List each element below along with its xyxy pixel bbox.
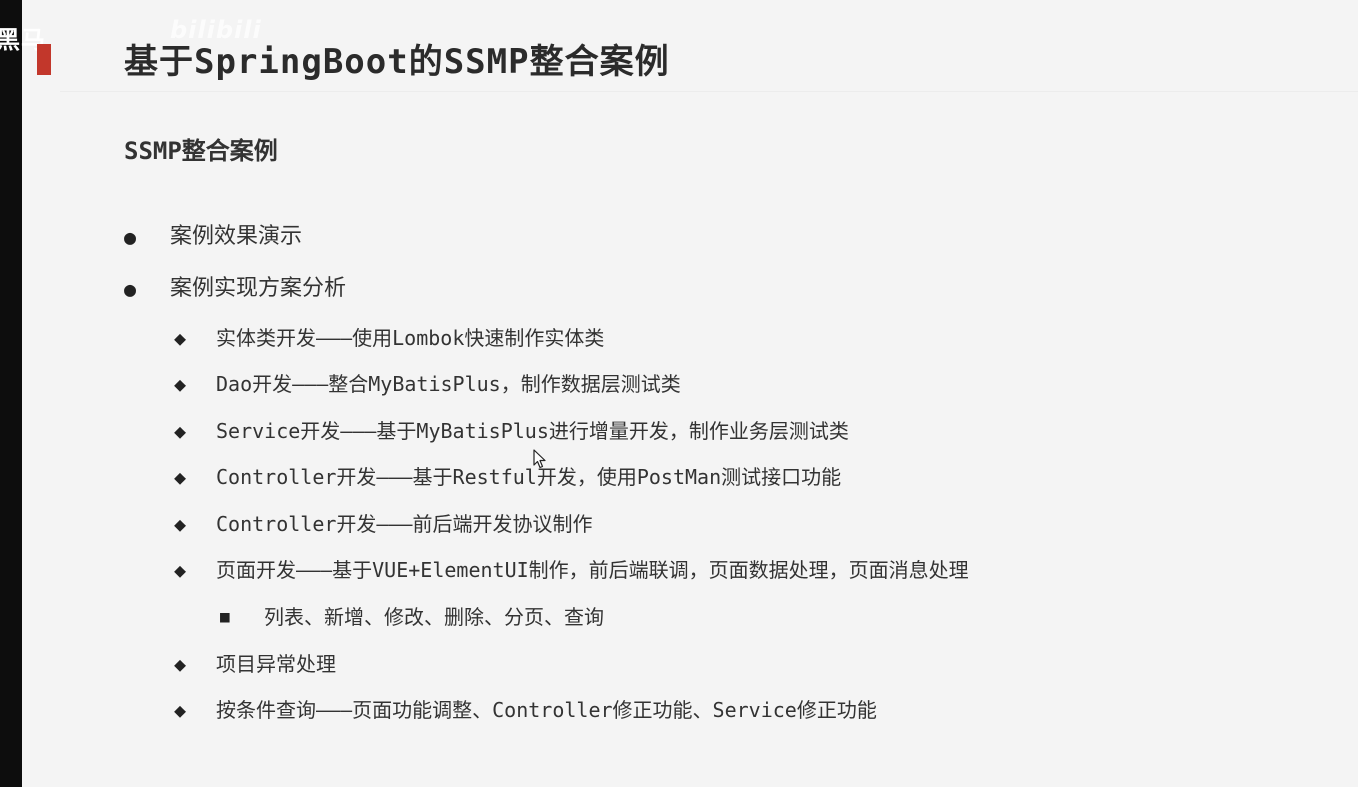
slide-title: 基于SpringBoot的SSMP整合案例 [124,42,670,82]
mouse-pointer-icon [533,449,546,469]
bullet-l2-text: 实体类开发———使用Lombok快速制作实体类 [216,326,605,350]
bullet-l2-text: Service开发———基于MyBatisPlus进行增量开发，制作业务层测试类 [216,419,849,443]
diamond-bullet-icon: ◆ [174,558,187,582]
bullet-l1-text: 案例效果演示 [170,224,303,249]
diamond-bullet-icon: ◆ [174,512,187,536]
diamond-bullet-icon: ◆ [174,652,187,676]
bullet-l3-text: 列表、新增、修改、删除、分页、查询 [264,605,604,629]
bullet-l2-text: 项目异常处理 [216,652,336,676]
bullet-l2-text: 页面开发———基于VUE+ElementUI制作，前后端联调，页面数据处理，页面… [216,558,969,582]
diamond-bullet-icon: ◆ [174,326,187,350]
square-bullet-icon: ■ [220,607,230,626]
bullet-l2-text: 按条件查询———页面功能调整、Controller修正功能、Service修正功… [216,698,877,722]
diamond-bullet-icon: ◆ [174,698,187,722]
diamond-bullet-icon: ◆ [174,372,187,396]
diamond-bullet-icon: ◆ [174,419,187,443]
bullet-l2-text: Controller开发———前后端开发协议制作 [216,512,593,536]
title-divider [60,91,1358,92]
left-dark-strip [0,0,22,787]
circle-bullet-icon: ● [124,225,137,249]
circle-bullet-icon: ● [124,277,137,301]
slide-canvas: 黑马 bilibili 基于SpringBoot的SSMP整合案例 SSMP整合… [0,0,1358,787]
bullet-l2-text: Dao开发———整合MyBatisPlus，制作数据层测试类 [216,372,681,396]
bullet-l1-text: 案例实现方案分析 [170,276,347,301]
title-accent-bar [37,44,51,75]
diamond-bullet-icon: ◆ [174,465,187,489]
section-heading: SSMP整合案例 [124,137,278,165]
bullet-l2-text: Controller开发———基于Restful开发，使用PostMan测试接口… [216,465,842,489]
